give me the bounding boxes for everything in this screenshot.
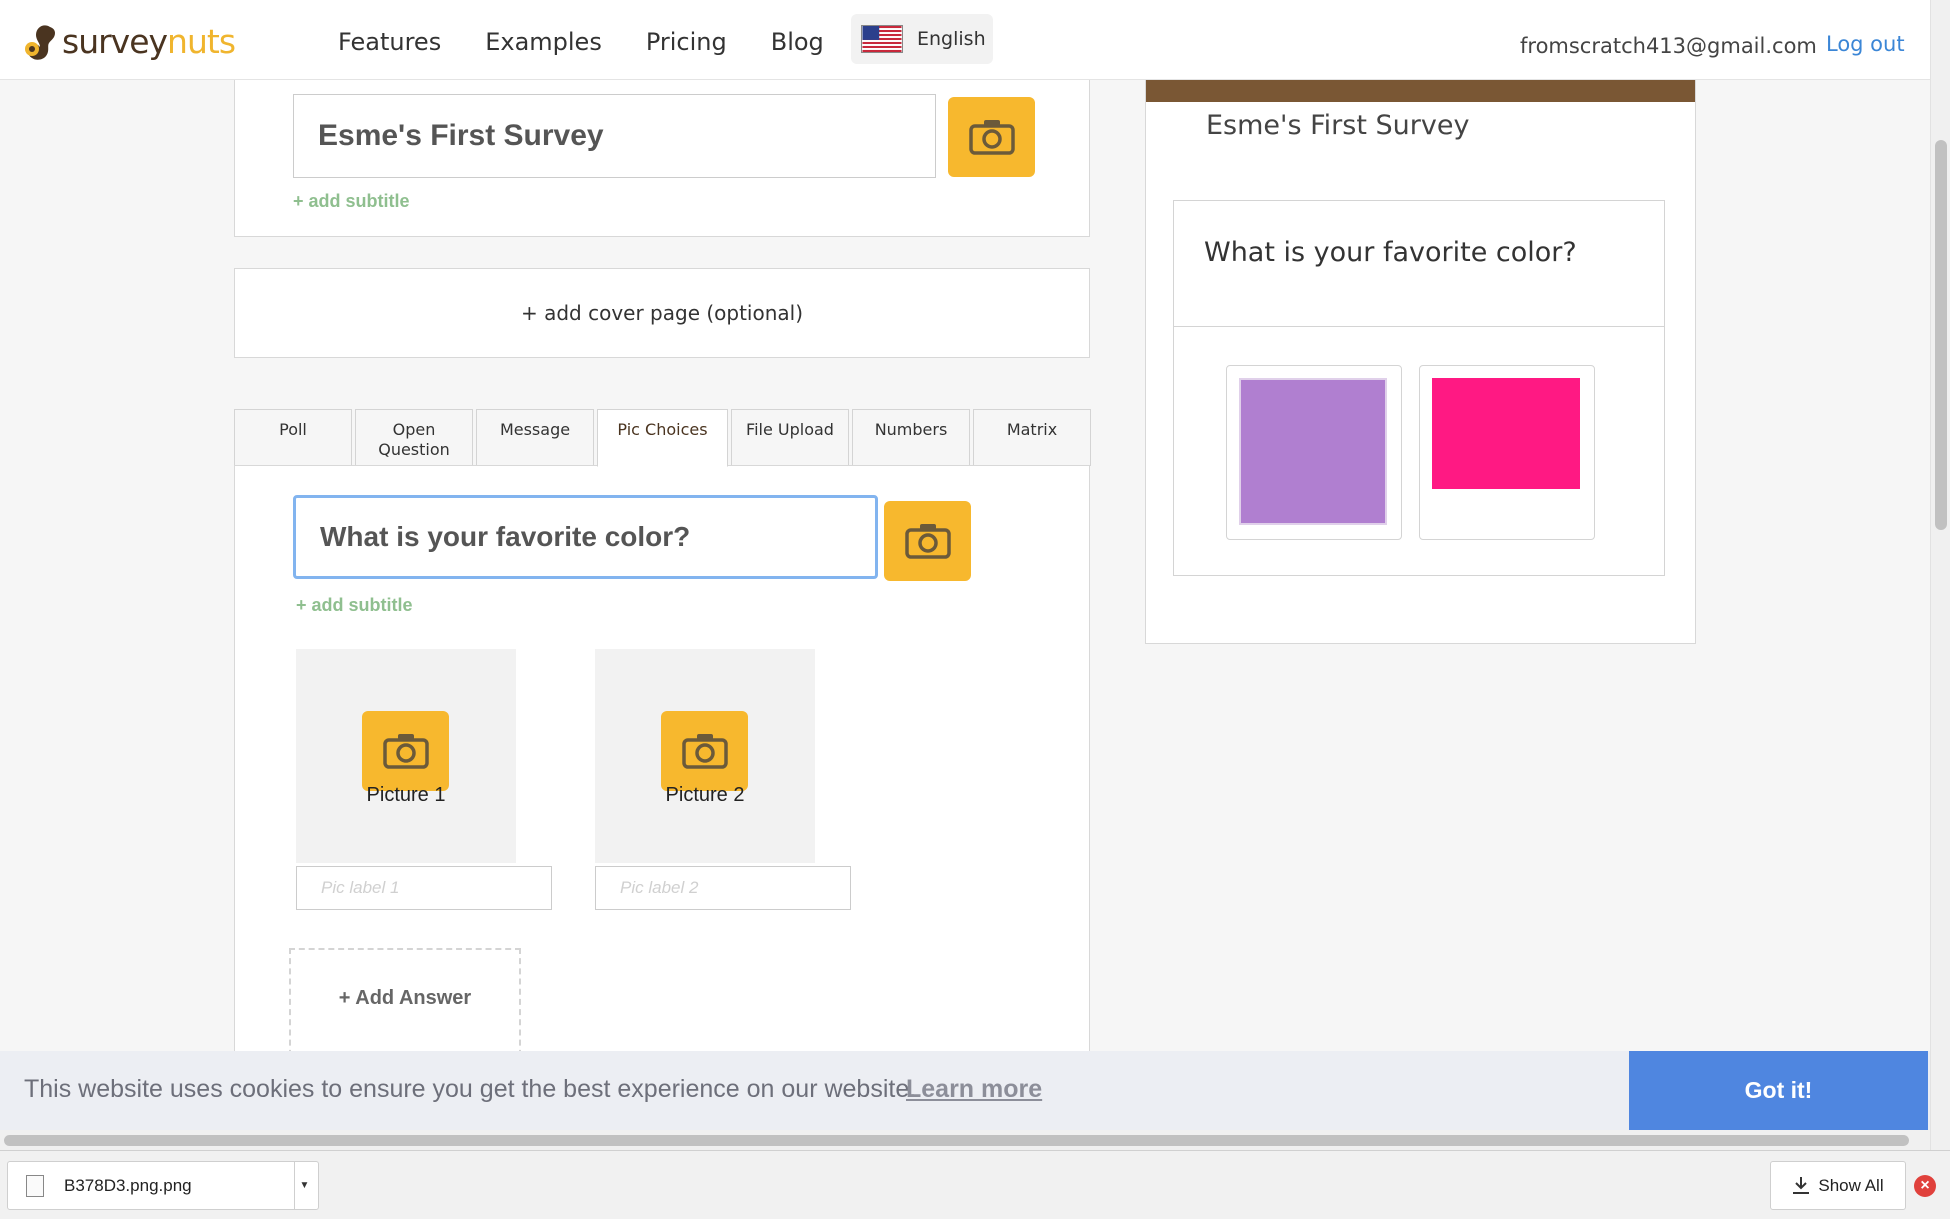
- preview-question-card: What is your favorite color?: [1173, 200, 1665, 576]
- horizontal-scrollbar[interactable]: [0, 1130, 1930, 1150]
- question-type-tabs: Poll Open Question Message Pic Choices F…: [234, 409, 1094, 467]
- tab-label: Pic Choices: [617, 420, 708, 439]
- tab-label: Numbers: [874, 420, 948, 439]
- squirrel-logo-icon: [25, 24, 55, 60]
- got-it-button[interactable]: Got it!: [1629, 1051, 1928, 1130]
- download-icon: [1793, 1176, 1810, 1194]
- picture-2-camera-button[interactable]: [661, 711, 748, 791]
- pic-label-1-input[interactable]: Pic label 1: [296, 866, 552, 910]
- survey-title-section: Esme's First Survey + add subtitle: [234, 60, 1090, 237]
- preview-choice-2[interactable]: [1419, 365, 1595, 540]
- download-file-name: B378D3.png.png: [64, 1175, 192, 1195]
- show-all-button[interactable]: Show All: [1770, 1161, 1906, 1210]
- picture-upload-1[interactable]: Picture 1: [296, 649, 516, 863]
- learn-more-link[interactable]: Learn more: [906, 1075, 1042, 1104]
- cookie-message: This website uses cookies to ensure you …: [24, 1075, 917, 1103]
- vertical-scrollbar[interactable]: [1930, 0, 1950, 1150]
- title-image-button[interactable]: [948, 97, 1035, 177]
- camera-icon: [968, 120, 1015, 155]
- picture-1-label: Picture 1: [366, 784, 446, 806]
- question-add-subtitle-link[interactable]: + add subtitle: [296, 595, 413, 616]
- cookie-consent-bar: This website uses cookies to ensure you …: [0, 1051, 1930, 1130]
- main-nav: Features Examples Pricing Blog: [338, 28, 824, 56]
- nav-blog[interactable]: Blog: [771, 28, 824, 56]
- picture-2-label: Picture 2: [665, 784, 745, 806]
- tab-label: Message: [499, 420, 571, 439]
- logo-text-nuts: nuts: [167, 22, 236, 61]
- download-shelf: B378D3.png.png ▼ Show All ×: [0, 1150, 1950, 1219]
- pink-swatch: [1432, 378, 1580, 489]
- tab-matrix[interactable]: Matrix: [973, 409, 1091, 466]
- download-menu-caret-icon[interactable]: ▼: [294, 1162, 314, 1209]
- question-input[interactable]: What is your favorite color?: [293, 495, 878, 579]
- language-label: English: [917, 28, 986, 50]
- tab-pic-choices[interactable]: Pic Choices: [597, 409, 728, 467]
- tab-message[interactable]: Message: [476, 409, 594, 466]
- picture-upload-2[interactable]: Picture 2: [595, 649, 815, 863]
- download-item[interactable]: B378D3.png.png ▼: [7, 1161, 319, 1210]
- tab-label: Open Question: [378, 420, 450, 459]
- tab-numbers[interactable]: Numbers: [852, 409, 970, 466]
- picture-1-camera-button[interactable]: [362, 711, 449, 791]
- close-shelf-icon[interactable]: ×: [1914, 1175, 1936, 1197]
- preview-survey-title: Esme's First Survey: [1206, 110, 1470, 141]
- pic-label-2-input[interactable]: Pic label 2: [595, 866, 851, 910]
- site-header: surveynuts Features Examples Pricing Blo…: [0, 0, 1930, 80]
- user-email: fromscratch413@gmail.com: [1520, 34, 1817, 58]
- horizontal-scroll-thumb[interactable]: [4, 1135, 1909, 1146]
- logout-link[interactable]: Log out: [1826, 32, 1905, 56]
- camera-icon: [382, 734, 429, 769]
- tab-label: File Upload: [746, 420, 834, 439]
- add-answer-button[interactable]: + Add Answer: [289, 948, 521, 1066]
- survey-preview: Esme's First Survey What is your favorit…: [1145, 70, 1696, 644]
- tab-label: Matrix: [1006, 420, 1058, 439]
- vertical-scroll-thumb[interactable]: [1935, 140, 1947, 530]
- language-selector[interactable]: English: [851, 14, 993, 64]
- tab-file-upload[interactable]: File Upload: [731, 409, 849, 466]
- purple-swatch: [1239, 378, 1387, 525]
- nav-pricing[interactable]: Pricing: [646, 28, 727, 56]
- preview-question-text: What is your favorite color?: [1174, 201, 1664, 327]
- surveynuts-logo[interactable]: surveynuts: [20, 22, 236, 61]
- camera-icon: [681, 734, 728, 769]
- add-cover-page-button[interactable]: + add cover page (optional): [234, 268, 1090, 358]
- survey-title-input[interactable]: Esme's First Survey: [293, 94, 936, 178]
- preview-choice-1[interactable]: [1226, 365, 1402, 540]
- add-subtitle-link[interactable]: + add subtitle: [293, 191, 410, 212]
- tab-label: Poll: [279, 420, 307, 439]
- file-icon: [26, 1174, 44, 1197]
- logo-text-survey: survey: [62, 22, 168, 61]
- tab-poll[interactable]: Poll: [234, 409, 352, 466]
- tab-open-question[interactable]: Open Question: [355, 409, 473, 466]
- us-flag-icon: [861, 25, 903, 53]
- nav-features[interactable]: Features: [338, 28, 441, 56]
- show-all-label: Show All: [1818, 1175, 1884, 1195]
- camera-icon: [904, 524, 951, 559]
- nav-examples[interactable]: Examples: [485, 28, 602, 56]
- question-image-button[interactable]: [884, 501, 971, 581]
- question-editor: What is your favorite color? + add subti…: [234, 465, 1090, 1066]
